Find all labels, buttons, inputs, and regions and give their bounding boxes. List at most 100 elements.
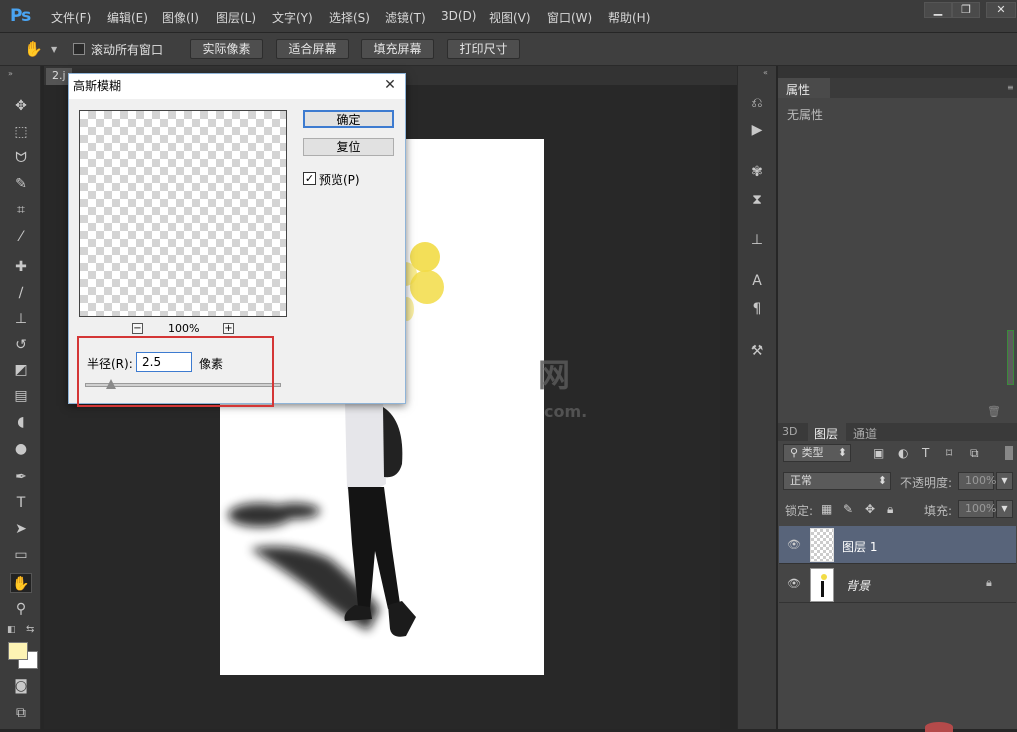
reset-button[interactable]: 复位 (303, 138, 394, 156)
watermark-text: 网 (538, 356, 571, 394)
zoom-in-button[interactable]: + (223, 323, 234, 334)
blur-preview[interactable] (79, 110, 287, 317)
opacity-dropdown-icon[interactable]: ▼ (996, 472, 1013, 490)
adjustment-filter-icon[interactable]: ◐ (898, 446, 908, 460)
panel-scrollbar[interactable] (1007, 330, 1014, 385)
properties-panel (778, 78, 1017, 423)
move-tool-icon[interactable]: ✥ (10, 96, 32, 116)
quick-mask-icon[interactable]: ◙ (10, 676, 32, 696)
swap-colors-icon[interactable]: ⇆ (26, 624, 34, 635)
minimize-button[interactable]: ▁ (924, 2, 952, 18)
layer1-thumbnail (810, 528, 834, 562)
adjustments-panel-icon[interactable]: ⧗ (746, 190, 768, 210)
foreground-color-swatch[interactable] (8, 642, 28, 660)
zoom-tool-icon[interactable]: ⚲ (10, 599, 32, 619)
type-filter-icon[interactable]: T (922, 446, 929, 460)
menu-3d[interactable]: 3D(D) (441, 9, 476, 23)
fill-screen-button[interactable]: 填充屏幕 (361, 39, 434, 59)
layer-name[interactable]: 图层 1 (842, 538, 877, 555)
hand-tool-icon[interactable]: ✋ (24, 40, 43, 58)
menu-select[interactable]: 选择(S) (329, 9, 370, 26)
menu-filter[interactable]: 滤镜(T) (385, 9, 426, 26)
fill-label: 填充: (924, 504, 953, 518)
menu-help[interactable]: 帮助(H) (608, 9, 650, 26)
clone-stamp-tool-icon[interactable]: ⊥ (10, 309, 32, 329)
screen-mode-icon[interactable]: ⧉ (10, 703, 32, 723)
visibility-eye-icon[interactable]: 👁︎ (787, 538, 801, 551)
chevron-down-icon: ⬍ (837, 446, 847, 459)
dodge-tool-icon[interactable]: ● (10, 439, 32, 459)
opacity-input[interactable]: 100% (958, 472, 996, 490)
lock-all-icon[interactable]: 🔒︎ (887, 502, 893, 517)
zoom-out-button[interactable]: − (132, 323, 143, 334)
hand-tool-active-icon[interactable]: ✋ (10, 573, 32, 593)
preview-checkbox[interactable]: ✓ (303, 172, 316, 185)
print-size-button[interactable]: 打印尺寸 (447, 39, 520, 59)
crop-tool-icon[interactable]: ⌗ (10, 200, 32, 220)
default-colors-icon[interactable]: ◧ (7, 625, 16, 635)
menu-file[interactable]: 文件(F) (51, 9, 91, 26)
close-window-button[interactable]: ✕ (986, 2, 1016, 18)
restore-button[interactable]: ❐ (952, 2, 980, 18)
blend-mode-value: 正常 (790, 474, 812, 487)
fill-input[interactable]: 100% (958, 500, 996, 518)
smart-object-filter-icon[interactable]: ⧉ (970, 446, 979, 461)
menu-type[interactable]: 文字(Y) (272, 9, 313, 26)
history-panel-icon[interactable]: ⎌ (746, 93, 768, 113)
scroll-all-windows-checkbox[interactable] (73, 43, 85, 55)
history-brush-tool-icon[interactable]: ↺ (10, 335, 32, 355)
quick-selection-tool-icon[interactable]: ✎ (10, 174, 32, 194)
eraser-tool-icon[interactable]: ◩ (10, 360, 32, 380)
lock-transparent-icon[interactable]: ▦ (821, 502, 832, 516)
menu-edit[interactable]: 编辑(E) (107, 9, 148, 26)
menu-view[interactable]: 视图(V) (489, 9, 531, 26)
layer-filter-select[interactable]: ⚲ 类型 ⬍ (783, 444, 851, 462)
filter-toggle-switch[interactable] (1005, 446, 1013, 460)
shape-tool-icon[interactable]: ▭ (10, 545, 32, 565)
lock-position-icon[interactable]: ✥ (865, 502, 875, 516)
tab-channels[interactable]: 通道 (853, 425, 877, 442)
character-panel-icon[interactable]: A (746, 271, 768, 291)
ok-button[interactable]: 确定 (303, 110, 394, 128)
actions-panel-icon[interactable]: ▶ (746, 120, 768, 140)
panel-menu-icon[interactable]: ≡ (1007, 83, 1014, 92)
panel-collapse-icon[interactable]: » (8, 69, 13, 78)
brush-tool-icon[interactable]: ∕ (10, 283, 32, 303)
scroll-all-windows-label: 滚动所有窗口 (91, 43, 164, 57)
chevron-down-icon: ⬍ (877, 474, 887, 487)
menu-window[interactable]: 窗口(W) (547, 9, 592, 26)
actual-pixels-button[interactable]: 实际像素 (190, 39, 263, 59)
tool-preset-chevron-icon[interactable]: ▼ (51, 45, 57, 54)
blur-tool-icon[interactable]: ◖ (10, 412, 32, 432)
lasso-tool-icon[interactable]: ᗢ (10, 148, 32, 168)
tool-presets-panel-icon[interactable]: ⚒ (746, 341, 768, 361)
corner-badge (925, 722, 953, 732)
blend-mode-select[interactable]: 正常 ⬍ (783, 472, 891, 490)
properties-title: 属性 (786, 83, 811, 97)
trash-icon[interactable]: 🗑 (987, 405, 1001, 418)
marquee-tool-icon[interactable]: ⬚ (10, 122, 32, 142)
gradient-tool-icon[interactable]: ▤ (10, 386, 32, 406)
healing-brush-tool-icon[interactable]: ✚ (10, 257, 32, 277)
pixel-filter-icon[interactable]: ▣ (873, 446, 884, 460)
panel-expand-icon[interactable]: « (763, 68, 768, 77)
lock-label: 锁定: (785, 504, 814, 518)
dialog-close-icon[interactable]: ✕ (382, 77, 398, 93)
fit-screen-button[interactable]: 适合屏幕 (276, 39, 349, 59)
brush-panel-icon[interactable]: ✾ (746, 162, 768, 182)
visibility-eye-icon[interactable]: 👁︎ (787, 577, 801, 590)
path-selection-tool-icon[interactable]: ➤ (10, 519, 32, 539)
tab-3d[interactable]: 3D (782, 425, 797, 438)
type-tool-icon[interactable]: T (10, 493, 32, 513)
pen-tool-icon[interactable]: ✒ (10, 467, 32, 487)
menu-layer[interactable]: 图层(L) (216, 9, 256, 26)
shape-filter-icon[interactable]: ⌑ (946, 446, 952, 460)
layer-name[interactable]: 背景 (846, 577, 870, 594)
tab-layers[interactable]: 图层 (814, 425, 838, 442)
clone-source-panel-icon[interactable]: ⊥ (746, 230, 768, 250)
fill-dropdown-icon[interactable]: ▼ (996, 500, 1013, 518)
paragraph-panel-icon[interactable]: ¶ (746, 299, 768, 319)
eyedropper-tool-icon[interactable]: ⁄ (10, 227, 32, 247)
lock-pixels-icon[interactable]: ✎ (843, 502, 853, 516)
menu-image[interactable]: 图像(I) (162, 9, 199, 26)
